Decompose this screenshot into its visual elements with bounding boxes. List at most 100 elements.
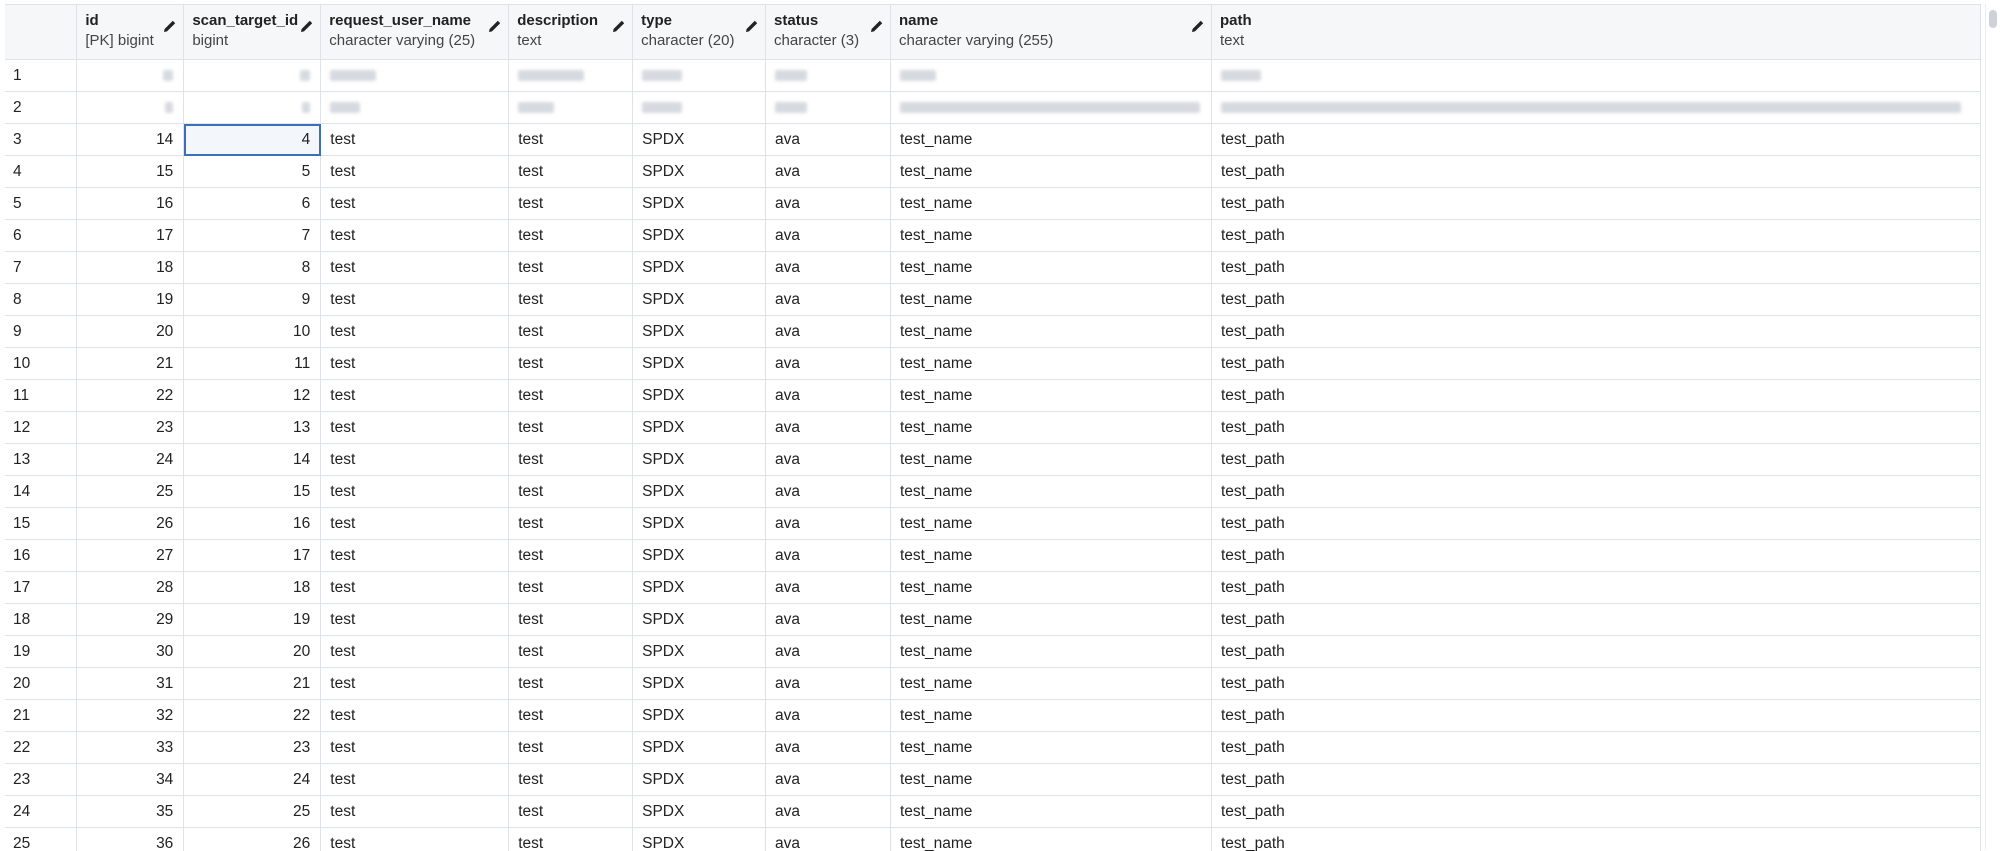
- cell-description[interactable]: test: [509, 412, 633, 444]
- cell-description[interactable]: test: [509, 732, 633, 764]
- cell-path[interactable]: test_path: [1211, 508, 1980, 540]
- cell-path[interactable]: test_path: [1211, 764, 1980, 796]
- cell-description[interactable]: test: [509, 188, 633, 220]
- cell-type[interactable]: SPDX: [633, 380, 766, 412]
- table-row[interactable]: 233424testtestSPDXavatest_nametest_path: [5, 764, 1981, 796]
- cell-id[interactable]: 29: [77, 604, 184, 636]
- row-number[interactable]: 7: [5, 252, 77, 284]
- cell-description[interactable]: test: [509, 284, 633, 316]
- cell-request-user-name[interactable]: test: [321, 348, 509, 380]
- table-row[interactable]: 213222testtestSPDXavatest_nametest_path: [5, 700, 1981, 732]
- cell-name[interactable]: test_name: [890, 636, 1211, 668]
- cell-name[interactable]: test_name: [890, 764, 1211, 796]
- cell-scan-target-id[interactable]: 22: [184, 700, 321, 732]
- cell-id[interactable]: 31: [77, 668, 184, 700]
- cell-name[interactable]: test_name: [890, 508, 1211, 540]
- row-number[interactable]: 2: [5, 92, 77, 124]
- cell-scan-target-id[interactable]: 14: [184, 444, 321, 476]
- table-row[interactable]: 92010testtestSPDXavatest_nametest_path: [5, 316, 1981, 348]
- cell-type[interactable]: SPDX: [633, 636, 766, 668]
- cell-path[interactable]: test_path: [1211, 316, 1980, 348]
- cell-request-user-name[interactable]: test: [321, 700, 509, 732]
- cell-name[interactable]: test_name: [890, 188, 1211, 220]
- cell-path[interactable]: [1211, 60, 1980, 92]
- cell-id[interactable]: [77, 60, 184, 92]
- cell-type[interactable]: SPDX: [633, 572, 766, 604]
- cell-scan-target-id[interactable]: 25: [184, 796, 321, 828]
- cell-name[interactable]: test_name: [890, 700, 1211, 732]
- cell-id[interactable]: 18: [77, 252, 184, 284]
- cell-path[interactable]: test_path: [1211, 476, 1980, 508]
- cell-status[interactable]: ava: [766, 700, 891, 732]
- cell-id[interactable]: 23: [77, 412, 184, 444]
- cell-request-user-name[interactable]: test: [321, 828, 509, 851]
- cell-description[interactable]: [509, 92, 633, 124]
- row-number[interactable]: 20: [5, 668, 77, 700]
- cell-request-user-name[interactable]: test: [321, 412, 509, 444]
- cell-name[interactable]: test_name: [890, 668, 1211, 700]
- cell-scan-target-id[interactable]: 12: [184, 380, 321, 412]
- table-row[interactable]: 2: [5, 92, 1981, 124]
- table-row[interactable]: 152616testtestSPDXavatest_nametest_path: [5, 508, 1981, 540]
- pencil-icon[interactable]: [745, 19, 759, 33]
- cell-id[interactable]: 36: [77, 828, 184, 851]
- table-row[interactable]: 142515testtestSPDXavatest_nametest_path: [5, 476, 1981, 508]
- cell-description[interactable]: test: [509, 764, 633, 796]
- cell-description[interactable]: [509, 60, 633, 92]
- cell-path[interactable]: test_path: [1211, 444, 1980, 476]
- table-row[interactable]: 122313testtestSPDXavatest_nametest_path: [5, 412, 1981, 444]
- cell-id[interactable]: 21: [77, 348, 184, 380]
- cell-request-user-name[interactable]: test: [321, 796, 509, 828]
- cell-id[interactable]: 25: [77, 476, 184, 508]
- cell-type[interactable]: SPDX: [633, 700, 766, 732]
- cell-name[interactable]: test_name: [890, 348, 1211, 380]
- cell-type[interactable]: SPDX: [633, 348, 766, 380]
- row-number[interactable]: 13: [5, 444, 77, 476]
- cell-request-user-name[interactable]: test: [321, 732, 509, 764]
- cell-status[interactable]: ava: [766, 412, 891, 444]
- cell-description[interactable]: test: [509, 252, 633, 284]
- row-number[interactable]: 8: [5, 284, 77, 316]
- cell-status[interactable]: ava: [766, 572, 891, 604]
- cell-request-user-name[interactable]: test: [321, 188, 509, 220]
- cell-name[interactable]: test_name: [890, 412, 1211, 444]
- column-header-scan-target-id[interactable]: scan_target_id bigint: [184, 5, 321, 60]
- scrollbar-thumb[interactable]: [1989, 10, 1997, 28]
- column-header-id[interactable]: id [PK] bigint: [77, 5, 184, 60]
- cell-status[interactable]: ava: [766, 764, 891, 796]
- row-number-header[interactable]: [5, 5, 77, 60]
- cell-request-user-name[interactable]: test: [321, 156, 509, 188]
- cell-path[interactable]: test_path: [1211, 412, 1980, 444]
- cell-request-user-name[interactable]: test: [321, 668, 509, 700]
- cell-status[interactable]: ava: [766, 188, 891, 220]
- cell-description[interactable]: test: [509, 796, 633, 828]
- pencil-icon[interactable]: [1191, 19, 1205, 33]
- cell-path[interactable]: test_path: [1211, 252, 1980, 284]
- cell-request-user-name[interactable]: test: [321, 252, 509, 284]
- row-number[interactable]: 12: [5, 412, 77, 444]
- cell-id[interactable]: 34: [77, 764, 184, 796]
- column-header-description[interactable]: description text: [509, 5, 633, 60]
- cell-status[interactable]: ava: [766, 796, 891, 828]
- row-number[interactable]: 11: [5, 380, 77, 412]
- cell-status[interactable]: ava: [766, 444, 891, 476]
- row-number[interactable]: 22: [5, 732, 77, 764]
- row-number[interactable]: 18: [5, 604, 77, 636]
- table-row[interactable]: 182919testtestSPDXavatest_nametest_path: [5, 604, 1981, 636]
- cell-description[interactable]: test: [509, 220, 633, 252]
- cell-id[interactable]: 35: [77, 796, 184, 828]
- table-row[interactable]: 172818testtestSPDXavatest_nametest_path: [5, 572, 1981, 604]
- cell-type[interactable]: SPDX: [633, 732, 766, 764]
- cell-path[interactable]: test_path: [1211, 124, 1980, 156]
- cell-status[interactable]: ava: [766, 252, 891, 284]
- cell-id[interactable]: 27: [77, 540, 184, 572]
- column-header-request-user-name[interactable]: request_user_name character varying (25): [321, 5, 509, 60]
- cell-scan-target-id[interactable]: 7: [184, 220, 321, 252]
- cell-path[interactable]: test_path: [1211, 700, 1980, 732]
- cell-name[interactable]: test_name: [890, 220, 1211, 252]
- cell-path[interactable]: test_path: [1211, 348, 1980, 380]
- cell-type[interactable]: SPDX: [633, 220, 766, 252]
- cell-scan-target-id[interactable]: 21: [184, 668, 321, 700]
- cell-description[interactable]: test: [509, 604, 633, 636]
- pencil-icon[interactable]: [870, 19, 884, 33]
